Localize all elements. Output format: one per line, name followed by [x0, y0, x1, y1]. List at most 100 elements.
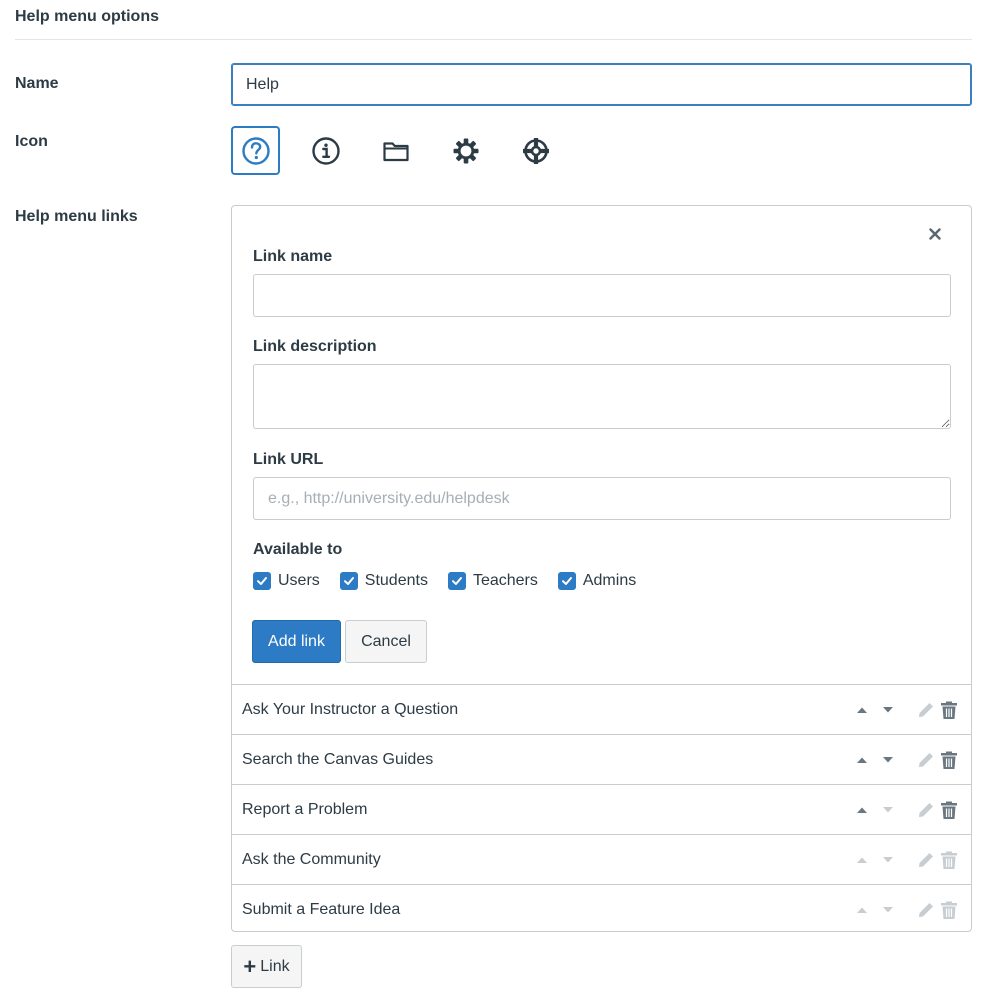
caret-up-icon — [857, 807, 867, 813]
icon-picker — [231, 126, 581, 176]
icon-label: Icon — [15, 133, 48, 150]
help-links-list: Ask Your Instructor a Question Search th… — [232, 684, 971, 934]
row-actions — [854, 785, 959, 834]
move-down-button[interactable] — [880, 752, 896, 768]
caret-down-icon — [883, 706, 893, 712]
caret-down-icon — [883, 906, 893, 912]
edit-link-button[interactable] — [916, 750, 936, 770]
caret-up-icon — [857, 907, 867, 913]
caret-up-icon — [857, 707, 867, 713]
link-name: Ask Your Instructor a Question — [242, 700, 459, 718]
move-up-button[interactable] — [854, 902, 870, 918]
row-actions — [854, 885, 959, 934]
delete-link-button[interactable] — [939, 800, 959, 820]
move-up-button[interactable] — [854, 702, 870, 718]
info-circle-icon — [311, 136, 340, 165]
checkbox-checked-icon — [253, 572, 271, 590]
icon-option-folder[interactable] — [371, 126, 420, 175]
pencil-icon — [919, 852, 933, 867]
edit-link-button[interactable] — [916, 850, 936, 870]
delete-link-button[interactable] — [939, 750, 959, 770]
checkbox-checked-icon — [339, 572, 358, 590]
trash-icon — [941, 851, 957, 869]
row-actions — [854, 735, 959, 784]
pencil-icon — [919, 702, 933, 717]
row-actions — [854, 835, 959, 884]
close-form-button[interactable] — [925, 224, 945, 244]
checkbox-label: Students — [364, 572, 428, 589]
link-name-label: Link name — [253, 248, 333, 265]
edit-link-button[interactable] — [916, 700, 936, 720]
icon-option-gear[interactable] — [441, 126, 490, 175]
checkbox-teachers[interactable]: Teachers — [447, 572, 538, 590]
trash-icon — [941, 751, 957, 769]
link-name: Search the Canvas Guides — [242, 750, 434, 768]
add-new-link-button[interactable]: + Link — [231, 945, 302, 988]
move-down-button[interactable] — [880, 902, 896, 918]
link-name-input[interactable] — [253, 274, 951, 317]
checkbox-label: Users — [278, 572, 320, 589]
caret-down-icon — [883, 806, 893, 812]
trash-icon — [941, 801, 957, 819]
move-up-button[interactable] — [854, 852, 870, 868]
checkbox-admins[interactable]: Admins — [557, 572, 637, 590]
delete-link-button[interactable] — [939, 700, 959, 720]
caret-down-icon — [883, 856, 893, 862]
role-checkboxes: Users Students Teachers Admins — [253, 572, 656, 590]
pencil-icon — [919, 752, 933, 767]
link-name: Submit a Feature Idea — [242, 900, 401, 918]
name-label: Name — [15, 75, 59, 92]
pencil-icon — [919, 902, 933, 917]
move-down-button[interactable] — [880, 802, 896, 818]
edit-link-button[interactable] — [916, 900, 936, 920]
caret-down-icon — [883, 756, 893, 762]
edit-link-button[interactable] — [916, 800, 936, 820]
checkbox-students[interactable]: Students — [339, 572, 428, 590]
checkbox-checked-icon — [557, 572, 576, 590]
list-item: Submit a Feature Idea — [232, 884, 971, 934]
link-description-label: Link description — [253, 338, 377, 355]
section-title: Help menu options — [15, 8, 159, 25]
link-name: Report a Problem — [242, 800, 368, 818]
list-item: Report a Problem — [232, 784, 971, 834]
caret-up-icon — [857, 757, 867, 763]
caret-up-icon — [857, 857, 867, 863]
list-item: Search the Canvas Guides — [232, 734, 971, 784]
checkbox-users[interactable]: Users — [253, 572, 320, 590]
checkbox-checked-icon — [447, 572, 466, 590]
plus-icon: + — [243, 953, 257, 979]
move-down-button[interactable] — [880, 852, 896, 868]
checkbox-label: Admins — [582, 572, 637, 589]
name-input[interactable] — [231, 63, 972, 106]
add-link-button[interactable]: Add link — [252, 620, 341, 663]
help-menu-links-label: Help menu links — [15, 208, 138, 225]
cancel-button[interactable]: Cancel — [345, 620, 427, 663]
icon-option-lifesaver[interactable] — [511, 126, 560, 175]
gear-icon — [453, 138, 478, 163]
help-links-panel: Link name Link description Link URL Avai… — [231, 205, 972, 932]
link-name: Ask the Community — [242, 850, 381, 868]
list-item: Ask the Community — [232, 834, 971, 884]
add-new-link-label: Link — [260, 957, 290, 975]
question-circle-icon — [241, 136, 270, 165]
delete-link-button[interactable] — [939, 850, 959, 870]
link-url-input[interactable] — [253, 477, 951, 520]
list-item: Ask Your Instructor a Question — [232, 684, 971, 734]
move-down-button[interactable] — [880, 702, 896, 718]
lifesaver-icon — [522, 137, 549, 164]
link-url-label: Link URL — [253, 451, 324, 468]
move-up-button[interactable] — [854, 802, 870, 818]
link-description-textarea[interactable] — [253, 364, 951, 429]
icon-option-question[interactable] — [231, 126, 280, 175]
trash-icon — [941, 901, 957, 919]
trash-icon — [941, 701, 957, 719]
divider — [15, 39, 972, 40]
checkbox-label: Teachers — [472, 572, 538, 589]
available-to-label: Available to — [253, 541, 343, 558]
delete-link-button[interactable] — [939, 900, 959, 920]
row-actions — [854, 685, 959, 734]
folder-icon — [382, 141, 409, 161]
icon-option-info[interactable] — [301, 126, 350, 175]
pencil-icon — [919, 802, 933, 817]
move-up-button[interactable] — [854, 752, 870, 768]
